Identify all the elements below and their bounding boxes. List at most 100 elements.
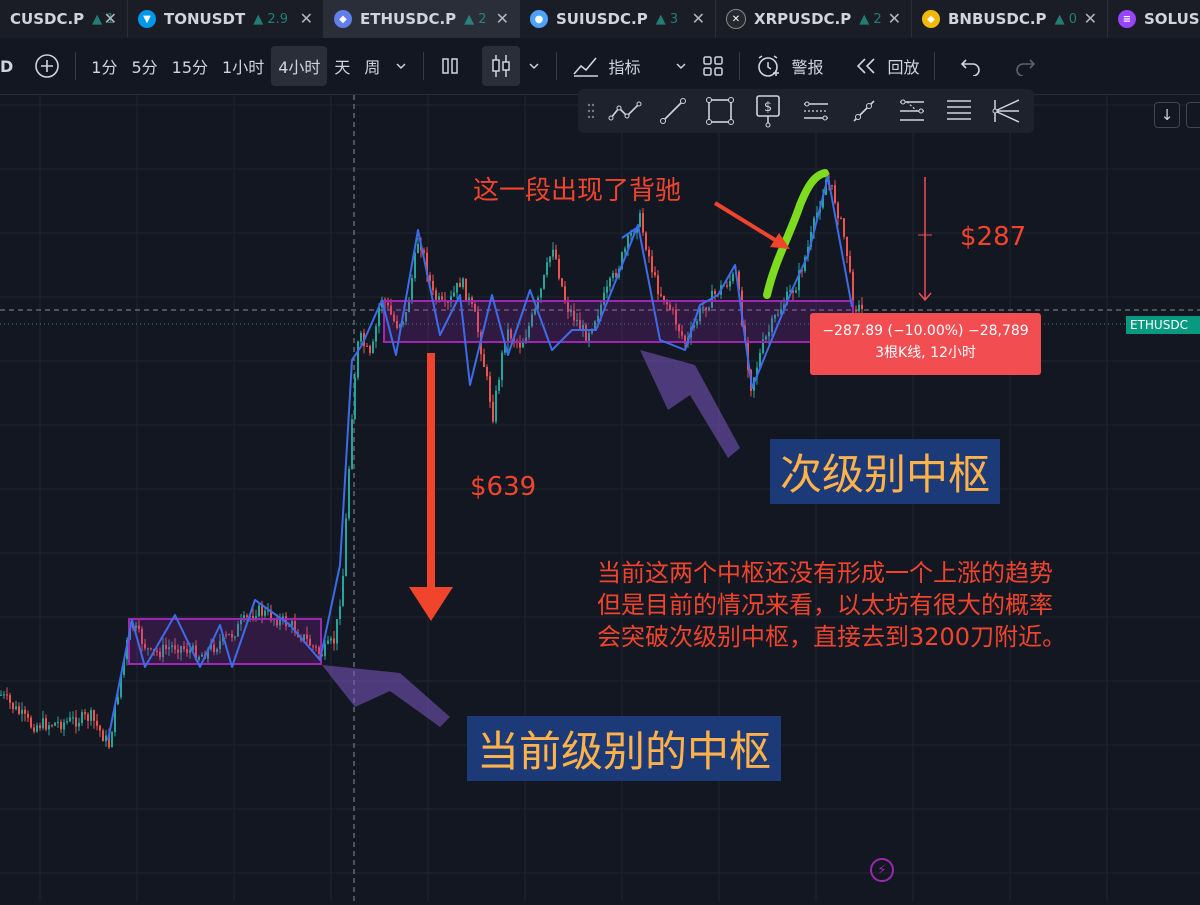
tab-label: XRPUSDC.P	[754, 10, 852, 28]
candle-body	[849, 256, 851, 272]
candle-body	[435, 290, 437, 300]
candle-body	[561, 278, 563, 287]
tab-change: ▲ 3	[655, 11, 679, 27]
divider	[934, 52, 936, 80]
rectangle-icon[interactable]	[699, 93, 741, 129]
lines-icon[interactable]	[938, 93, 980, 129]
close-icon[interactable]: ✕	[104, 9, 117, 28]
tab-bnbusdc[interactable]: ◆ BNBUSDC.P ▲ 0 ✕	[912, 0, 1108, 38]
measure-line-1: −287.89 (−10.00%) −28,789	[822, 323, 1029, 339]
undo-icon[interactable]	[953, 46, 989, 86]
close-icon[interactable]: ✕	[1084, 9, 1097, 28]
interval-5m[interactable]: 5分	[124, 46, 164, 86]
fib-icon[interactable]	[891, 93, 933, 129]
tab-xrpusdc[interactable]: ✕ XRPUSDC.P ▲ 2 ✕	[716, 0, 912, 38]
chevron-down-icon[interactable]	[520, 46, 548, 86]
candle-body	[558, 258, 560, 279]
redo-icon[interactable]	[1007, 46, 1043, 86]
interval-1w[interactable]: 周	[357, 46, 387, 86]
candle-body	[795, 290, 797, 293]
candle-body	[330, 638, 332, 641]
tab-change: ▲ 0	[1054, 11, 1077, 27]
candle-body	[69, 717, 71, 722]
tab-solus[interactable]: ≡ SOLUS	[1108, 0, 1200, 38]
candle-body	[246, 615, 248, 617]
tab-change: ▲ 2	[859, 11, 882, 27]
current-level-pointer	[322, 665, 450, 727]
arrow-down-icon[interactable]: ↓	[1154, 102, 1180, 128]
alert-button[interactable]: 警报	[748, 46, 830, 86]
tab-ethusdc[interactable]: ◆ ETHUSDC.P ▲ 2 ✕	[324, 0, 520, 38]
chevron-down-icon[interactable]	[387, 46, 415, 86]
candle-body	[261, 605, 263, 616]
tab-change: ▲ 2.9	[253, 11, 289, 27]
candle-body	[336, 619, 338, 644]
comment-line-2: 但是目前的情况来看，以太坊有很大的概率	[597, 591, 1053, 619]
close-icon[interactable]: ✕	[496, 9, 509, 28]
interval-4h[interactable]: 4小时	[271, 46, 328, 86]
close-icon[interactable]: ✕	[300, 9, 313, 28]
candle-body	[714, 290, 716, 295]
interval-1d[interactable]: 天	[327, 46, 357, 86]
trendline-icon[interactable]	[652, 93, 694, 129]
candle-body	[654, 272, 656, 276]
tab-suiusdc[interactable]: ● SUIUSDC.P ▲ 3 ✕	[520, 0, 716, 38]
tab-label: CUSDC.P	[10, 10, 85, 28]
alarm-clock-icon	[758, 55, 780, 77]
pitchfork-icon[interactable]	[986, 93, 1028, 129]
divergence-arrow	[713, 201, 782, 245]
candle-body	[483, 354, 485, 368]
chart-area[interactable]: 这一段出现了背驰 $287 $639 次级别中枢 当前级别的中枢 当前这两个中枢…	[0, 95, 1200, 901]
tab-bar: CUSDC.P ▲ 1 ✕ ▼ TONUSDT ▲ 2.9 ✕ ◆ ETHUSD…	[0, 0, 1200, 38]
sol-coin-icon: ≡	[1118, 10, 1136, 28]
drag-handle-icon[interactable]	[584, 93, 598, 129]
candle-body	[831, 185, 833, 187]
replay-button[interactable]: 回放	[848, 46, 926, 86]
candle-body	[441, 296, 443, 300]
symbol-button[interactable]: D	[0, 46, 27, 86]
ray-icon[interactable]	[843, 93, 885, 129]
candle-body	[549, 256, 551, 263]
candle-body	[339, 606, 341, 620]
comment-line-1: 当前这两个中枢还没有形成一个上涨的趋势	[597, 559, 1053, 587]
tab-cusdc[interactable]: CUSDC.P ▲ 1 ✕	[0, 0, 128, 38]
candle-body	[645, 232, 647, 250]
polyline-icon[interactable]	[604, 93, 646, 129]
indicators-button[interactable]: 指标	[565, 46, 647, 86]
chart-toolbar: D 1分 5分 15分 1小时 4小时 天 周 指标 警报 回放	[0, 38, 1200, 95]
candle-body	[81, 712, 83, 723]
candle-body	[354, 377, 356, 420]
candle-body	[9, 695, 11, 703]
candle-body	[36, 725, 38, 732]
parallel-channel-icon[interactable]	[795, 93, 837, 129]
candle-body	[432, 280, 434, 291]
candle-body	[348, 468, 350, 519]
candle-body	[660, 294, 662, 296]
interval-15m[interactable]: 15分	[165, 46, 215, 86]
fullscreen-icon[interactable]	[1186, 102, 1200, 128]
candle-body	[105, 735, 107, 742]
interval-1m[interactable]: 1分	[84, 46, 124, 86]
chevron-down-icon[interactable]	[667, 46, 695, 86]
candle-body	[858, 304, 860, 312]
tab-label: SOLUS	[1144, 10, 1200, 28]
tab-tonusdt[interactable]: ▼ TONUSDT ▲ 2.9 ✕	[128, 0, 324, 38]
plus-circle-icon[interactable]	[27, 46, 67, 86]
tab-label: BNBUSDC.P	[948, 10, 1047, 28]
eth-coin-icon: ◆	[334, 10, 352, 28]
candle-body	[96, 720, 98, 726]
close-icon[interactable]: ✕	[692, 9, 705, 28]
candle-body	[732, 273, 734, 281]
close-icon[interactable]: ✕	[888, 9, 901, 28]
candle-body	[648, 249, 650, 257]
price-label-icon[interactable]: $	[747, 93, 789, 129]
candle-body	[564, 286, 566, 303]
interval-1h[interactable]: 1小时	[215, 46, 271, 86]
measure-tooltip: −287.89 (−10.00%) −28,789 3根K线, 12小时	[810, 313, 1041, 375]
lightning-icon[interactable]: ⚡	[870, 858, 894, 882]
candle-body	[522, 342, 524, 348]
candle-body	[609, 278, 611, 287]
candles-icon[interactable]	[482, 46, 521, 86]
bars-icon[interactable]	[432, 46, 468, 86]
layout-grid-icon[interactable]	[695, 46, 731, 86]
